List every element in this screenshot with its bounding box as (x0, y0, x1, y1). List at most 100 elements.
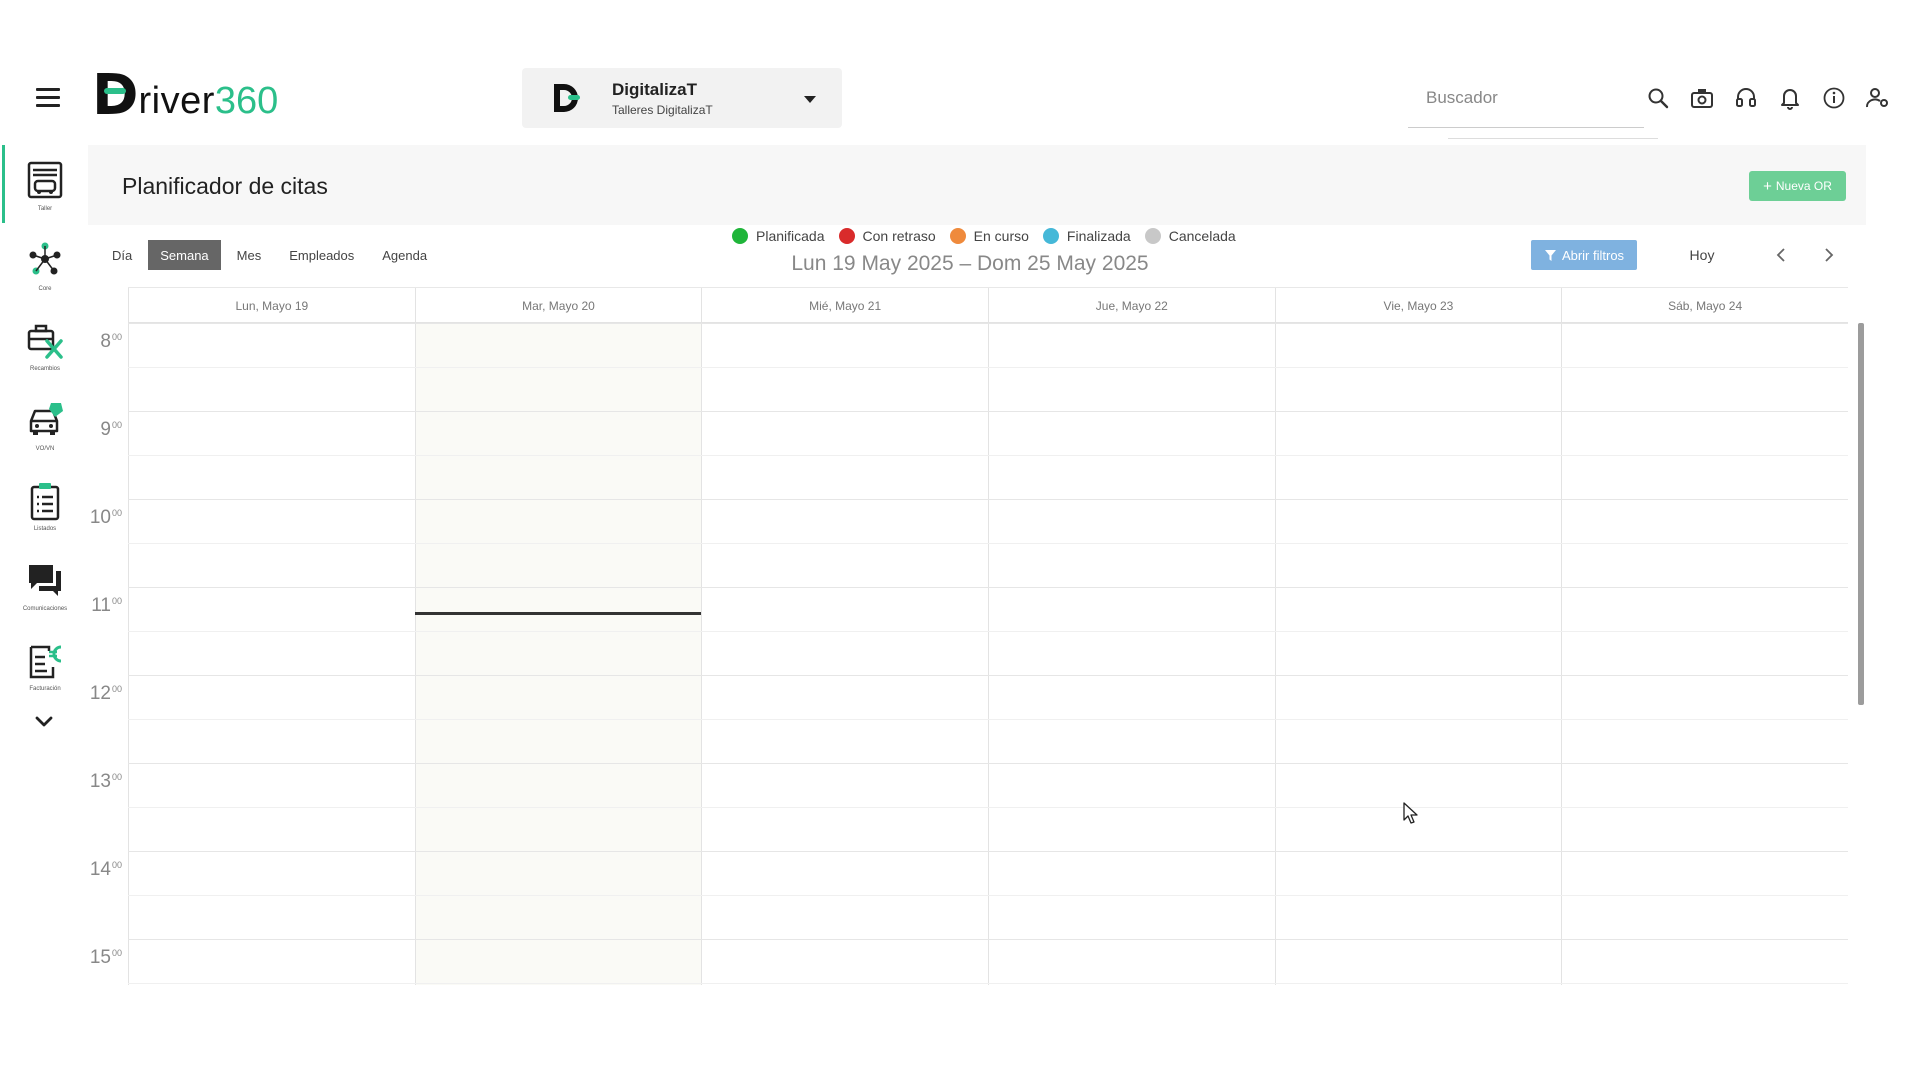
sidebar-item-comunicaciones[interactable]: Comunicaciones (10, 559, 80, 635)
sidebar-label: Recambios (29, 366, 60, 372)
hour-gridline (128, 763, 1848, 764)
view-week-button[interactable]: Semana (148, 240, 221, 270)
company-selector[interactable]: DigitalizaT Talleres DigitalizaT (522, 68, 842, 128)
view-agenda-button[interactable]: Agenda (370, 240, 439, 270)
filter-icon (1544, 249, 1556, 261)
day-column[interactable] (1561, 323, 1848, 985)
time-minutes: 00 (111, 947, 122, 958)
car-tag-icon (29, 403, 63, 435)
caret-down-icon (804, 96, 816, 103)
hour-gridline (128, 587, 1848, 588)
search-icon[interactable] (1640, 84, 1676, 112)
time-label: 1300 (78, 771, 122, 793)
chevron-right-icon[interactable] (1816, 242, 1842, 268)
view-switcher: Día Semana Mes Empleados Agenda (100, 240, 443, 270)
page-header: Planificador de citas + Nueva OR (88, 145, 1866, 225)
legend-dot-icon (732, 228, 748, 244)
legend-dot-icon (949, 228, 966, 244)
sidebar-item-taller[interactable]: Taller (10, 159, 80, 235)
legend-label: Cancelada (1168, 228, 1236, 244)
logo-letter: D (92, 63, 139, 128)
half-hour-gridline (128, 719, 1848, 720)
invoice-euro-icon (29, 645, 62, 679)
sidebar-item-core[interactable]: Core (10, 239, 80, 315)
time-hour: 15 (89, 947, 111, 968)
today-button[interactable]: Hoy (1680, 240, 1724, 270)
day-column[interactable] (988, 323, 1275, 985)
clipboard-list-icon (30, 483, 60, 521)
company-logo-icon (546, 78, 586, 118)
parts-icon (27, 324, 63, 359)
legend-label: Finalizada (1066, 228, 1131, 244)
chevron-down-icon[interactable] (34, 715, 54, 729)
status-legend: Planificada Con retraso En curso Finalizada… (732, 228, 1250, 244)
menu-icon[interactable] (36, 88, 60, 108)
vehicle-camera-icon[interactable] (1684, 84, 1720, 112)
hour-gridline (128, 675, 1848, 676)
chevron-left-icon[interactable] (1768, 242, 1794, 268)
sidebar-item-vo-vn[interactable]: VO/VN (10, 399, 80, 475)
calendar-grid[interactable] (128, 323, 1848, 985)
search-underline (1448, 138, 1658, 139)
day-header[interactable]: Mar, Mayo 20 (414, 288, 702, 324)
time-label: 800 (78, 331, 122, 353)
time-minutes: 00 (111, 507, 122, 518)
view-day-button[interactable]: Día (100, 240, 144, 270)
legend-item: Planificada (732, 228, 825, 244)
hour-gridline (128, 939, 1848, 940)
view-month-button[interactable]: Mes (225, 240, 274, 270)
time-hour: 10 (89, 507, 111, 528)
time-minutes: 00 (111, 419, 122, 430)
page-title: Planificador de citas (122, 173, 328, 199)
sidebar-label: Listados (33, 526, 57, 532)
open-filters-button[interactable]: Abrir filtros (1531, 240, 1637, 270)
company-subtitle: Talleres DigitalizaT (612, 102, 713, 117)
legend-dot-icon (1042, 228, 1059, 244)
view-employees-button[interactable]: Empleados (277, 240, 366, 270)
time-column: 800 900 1000 1100 1200 1300 1400 1500 (78, 323, 128, 985)
user-settings-icon[interactable] (1860, 84, 1896, 112)
time-minutes: 00 (111, 595, 122, 606)
time-hour: 13 (89, 771, 111, 792)
day-column[interactable] (1274, 323, 1562, 985)
bell-icon[interactable] (1772, 84, 1808, 112)
half-hour-gridline (128, 543, 1848, 544)
hour-gridline (128, 851, 1848, 852)
headset-icon[interactable] (1728, 84, 1764, 112)
sidebar-label: Comunicaciones (22, 606, 68, 612)
info-icon[interactable] (1816, 84, 1852, 112)
day-header[interactable]: Mié, Mayo 21 (701, 288, 988, 324)
more-vertical-icon[interactable] (1904, 84, 1920, 112)
sidebar-item-listados[interactable]: Listados (10, 479, 80, 555)
time-minutes: 00 (111, 683, 122, 694)
new-or-button[interactable]: + Nueva OR (1749, 171, 1846, 201)
date-range-title: Lun 19 May 2025 – Dom 25 May 2025 (791, 252, 1149, 275)
sidebar-item-recambios[interactable]: Recambios (10, 319, 80, 395)
time-hour: 11 (91, 595, 111, 616)
day-header[interactable]: Lun, Mayo 19 (128, 288, 415, 324)
day-column-today[interactable] (414, 323, 702, 985)
time-hour: 12 (89, 683, 111, 704)
legend-label: Planificada (756, 228, 825, 244)
day-header[interactable]: Jue, Mayo 22 (987, 288, 1275, 324)
mouse-cursor-icon (1403, 802, 1419, 826)
legend-dot-icon (1144, 228, 1161, 244)
current-time-indicator (414, 611, 702, 615)
legend-item: Cancelada (1144, 228, 1236, 244)
time-label: 900 (78, 419, 122, 441)
network-icon (29, 242, 61, 275)
top-bar: D river 360 DigitalizaT Talleres Digital… (0, 0, 1920, 145)
day-header[interactable]: Vie, Mayo 23 (1274, 288, 1562, 324)
calendar-scrollbar[interactable] (1858, 323, 1864, 705)
sidebar-item-facturacion[interactable]: Facturación (10, 639, 80, 715)
plus-icon: + (1763, 177, 1772, 195)
sidebar-label: Facturación (29, 686, 61, 692)
brand-logo[interactable]: D river 360 (92, 68, 278, 124)
search-input[interactable] (1408, 80, 1644, 116)
calendar-day-headers: Lun, Mayo 19 Mar, Mayo 20 Mié, Mayo 21 Jue,… (128, 287, 1848, 324)
day-column[interactable] (128, 323, 415, 985)
new-or-label: Nueva OR (1775, 179, 1832, 193)
half-hour-gridline (128, 631, 1848, 632)
day-header[interactable]: Sáb, Mayo 24 (1561, 288, 1848, 324)
day-column[interactable] (701, 323, 988, 985)
